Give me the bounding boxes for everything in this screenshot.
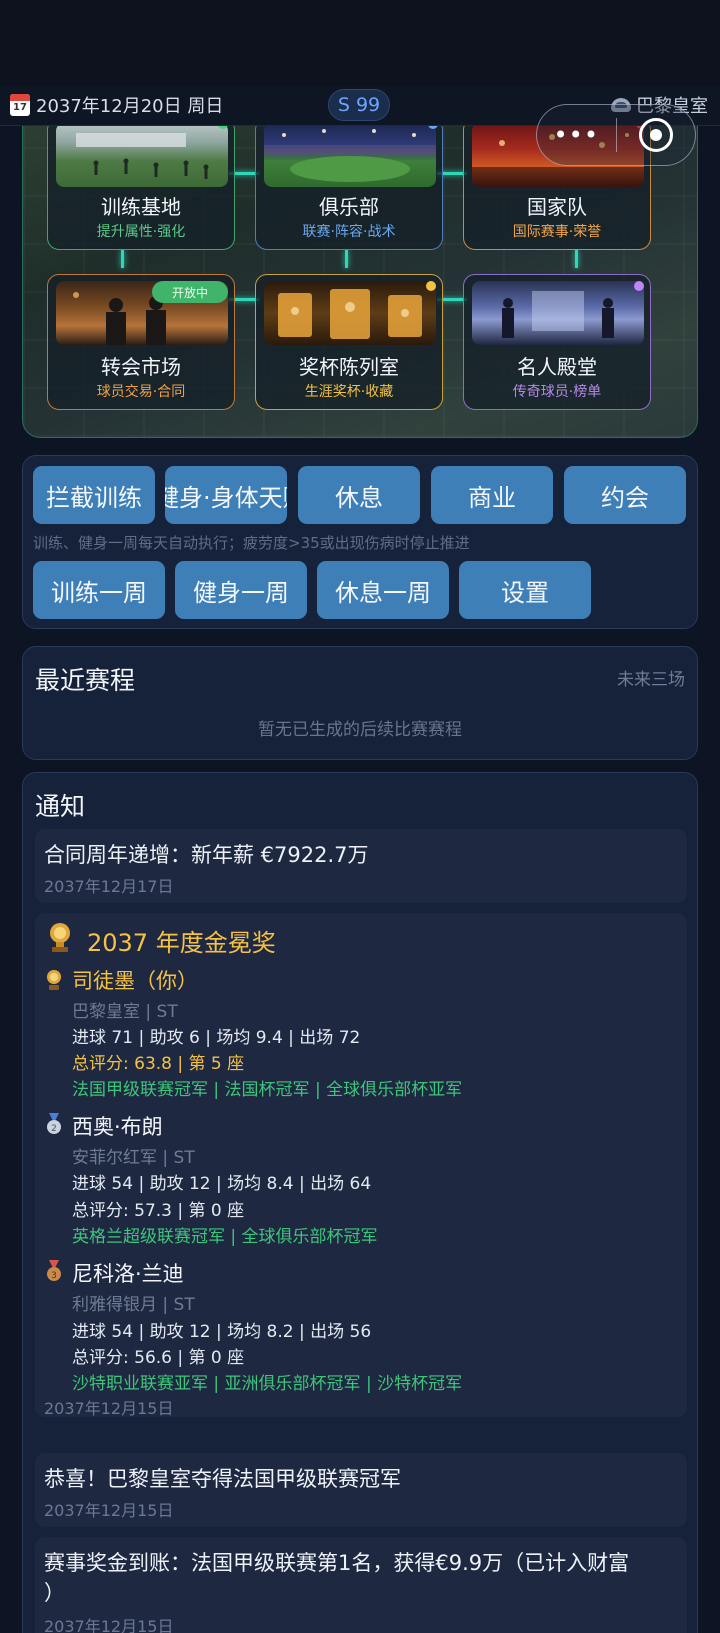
player-club: 利雅得银月 | ST [72, 1295, 195, 1315]
date-button[interactable]: 约会 [564, 466, 686, 524]
facility-hall-of-fame[interactable]: 名人殿堂 传奇球员·榜单 [463, 274, 651, 410]
fitness-talent-label: 健身·身体天赋 [165, 483, 287, 512]
connector-line [345, 250, 348, 268]
settings-button[interactable]: 设置 [459, 561, 591, 619]
facility-subtitle: 生涯奖杯·收藏 [304, 384, 394, 400]
action-panel: 拦截训练 健身·身体天赋 休息 商业 约会 训练、健身一周每天自动执行；疲劳度>… [22, 455, 698, 629]
facility-subtitle: 联赛·阵容·战术 [302, 224, 396, 240]
fitness-week-button[interactable]: 健身一周 [175, 561, 307, 619]
mini-program-capsule: ••• [536, 104, 696, 166]
recent-schedule-panel: 最近赛程 未来三场 暂无已生成的后续比赛赛程 [22, 646, 698, 760]
hall-of-fame-image [472, 281, 644, 345]
facility-subtitle: 球员交易·合同 [96, 384, 186, 400]
club-stadium-image [264, 126, 436, 187]
notice-date: 2037年12月15日 [44, 1617, 174, 1633]
status-dot [426, 281, 436, 291]
notifications-panel: 通知 合同周年递增：新年薪 €7922.7万 2037年12月17日 2037 … [22, 772, 698, 1633]
rest-week-button[interactable]: 休息一周 [317, 561, 449, 619]
more-menu-icon[interactable]: ••• [537, 121, 616, 149]
business-button[interactable]: 商业 [431, 466, 553, 524]
trophy-icon [50, 923, 70, 952]
player-name: 尼科洛·兰迪 [72, 1262, 184, 1286]
player-name: 司徒墨（你） [72, 969, 198, 993]
intercept-training-button[interactable]: 拦截训练 [33, 466, 155, 524]
notice-title: 恭喜！巴黎皇室夺得法国甲级联赛冠军 [44, 1467, 401, 1491]
training-base-image [56, 126, 228, 187]
facility-title: 俱乐部 [319, 195, 379, 219]
facility-club[interactable]: 俱乐部 联赛·阵容·战术 [255, 126, 443, 250]
bronze-medal-icon: 3 [47, 1260, 61, 1281]
player-score: 总评分: 57.3 | 第 0 座 [72, 1201, 245, 1221]
train-week-button[interactable]: 训练一周 [33, 561, 165, 619]
notifications-title: 通知 [35, 792, 86, 821]
facility-title: 国家队 [527, 195, 587, 219]
facility-title: 转会市场 [101, 355, 181, 379]
auto-advance-hint: 训练、健身一周每天自动执行；疲劳度>35或出现伤病时停止推进 [33, 534, 470, 552]
player-name: 西奥·布朗 [72, 1115, 163, 1139]
player-honors: 沙特职业联赛亚军 | 亚洲俱乐部杯冠军 | 沙特杯冠军 [72, 1374, 463, 1394]
status-dot [634, 281, 644, 291]
player-score: 总评分: 56.6 | 第 0 座 [72, 1348, 245, 1368]
facility-subtitle: 提升属性·强化 [96, 224, 186, 240]
facility-title: 奖杯陈列室 [299, 355, 399, 379]
player-club: 巴黎皇室 | ST [72, 1002, 178, 1022]
notice-date: 2037年12月17日 [44, 877, 174, 896]
next-three-link[interactable]: 未来三场 [617, 665, 685, 690]
notice-title: 合同周年递增：新年薪 €7922.7万 [44, 843, 369, 867]
player-stats: 进球 54 | 助攻 12 | 场均 8.4 | 出场 64 [72, 1174, 372, 1194]
top-blank-area [0, 0, 720, 86]
svg-text:2: 2 [51, 1124, 57, 1134]
rest-button[interactable]: 休息 [298, 466, 420, 524]
facility-transfer-market[interactable]: 开放中 转会市场 球员交易·合同 [47, 274, 235, 410]
award-title: 2037 年度金冕奖 [87, 929, 276, 957]
facility-subtitle: 传奇球员·榜单 [512, 384, 602, 400]
open-badge: 开放中 [152, 281, 228, 303]
game-date: 17 2037年12月20日 周日 [10, 92, 223, 118]
schedule-empty-text: 暂无已生成的后续比赛赛程 [258, 720, 462, 740]
close-capsule-button[interactable] [617, 118, 696, 152]
connector-line [575, 250, 578, 268]
notice-title-continued: ） [44, 1581, 65, 1605]
season-badge: S 99 [328, 89, 390, 121]
player-score: 总评分: 63.8 | 第 5 座 [72, 1054, 245, 1074]
player-honors: 英格兰超级联赛冠军 | 全球俱乐部杯冠军 [72, 1227, 378, 1247]
notice-contract[interactable]: 合同周年递增：新年薪 €7922.7万 2037年12月17日 [35, 829, 687, 903]
player-stats: 进球 71 | 助攻 6 | 场均 9.4 | 出场 72 [72, 1028, 361, 1048]
player-honors: 法国甲级联赛冠军 | 法国杯冠军 | 全球俱乐部杯亚军 [72, 1080, 463, 1100]
notice-prize-money[interactable]: 赛事奖金到账：法国甲级联赛第1名，获得€9.9万（已计入财富 ） 2037年12… [35, 1537, 687, 1633]
notice-date: 2037年12月15日 [44, 1399, 174, 1418]
player-stats: 进球 54 | 助攻 12 | 场均 8.2 | 出场 56 [72, 1322, 372, 1342]
schedule-title: 最近赛程 [35, 666, 136, 695]
trophy-room-image [264, 281, 436, 345]
facility-title: 名人殿堂 [517, 355, 597, 379]
gold-trophy-icon [47, 970, 61, 990]
facility-training-base[interactable]: 训练基地 提升属性·强化 [47, 126, 235, 250]
notice-title: 赛事奖金到账：法国甲级联赛第1名，获得€9.9万（已计入财富 [44, 1551, 630, 1575]
facility-title: 训练基地 [101, 195, 181, 219]
silver-medal-icon: 2 [47, 1113, 61, 1134]
player-club: 安菲尔红军 | ST [72, 1148, 195, 1168]
calendar-icon: 17 [10, 94, 30, 116]
target-icon [638, 118, 673, 152]
notice-golden-crown-award[interactable]: 2037 年度金冕奖 司徒墨（你） 巴黎皇室 | ST 进球 71 | 助攻 6… [35, 913, 687, 1418]
facility-subtitle: 国际赛事·荣誉 [512, 224, 602, 240]
connector-line [121, 250, 124, 268]
facility-trophy-room[interactable]: 奖杯陈列室 生涯奖杯·收藏 [255, 274, 443, 410]
notice-date: 2037年12月15日 [44, 1501, 174, 1520]
svg-text:3: 3 [51, 1271, 57, 1281]
facility-map: 训练基地 提升属性·强化 俱乐部 联赛·阵容·战术 国家队 国际赛事·荣誉 开放… [22, 126, 698, 438]
fitness-talent-button[interactable]: 健身·身体天赋 [165, 466, 287, 524]
notice-league-champion[interactable]: 恭喜！巴黎皇室夺得法国甲级联赛冠军 2037年12月15日 [35, 1453, 687, 1527]
game-date-text: 2037年12月20日 周日 [36, 96, 224, 117]
